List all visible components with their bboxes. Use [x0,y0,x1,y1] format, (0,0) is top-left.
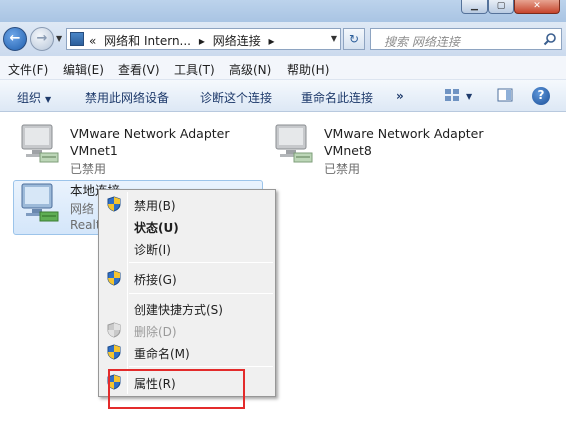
menu-bar: 文件(F) 编辑(E) 查看(V) 工具(T) 高级(N) 帮助(H) [0,56,566,80]
menu-item-create-shortcut[interactable]: 创建快捷方式(S) [101,297,273,319]
adapter-vmnet8[interactable]: VMware Network Adapter VMnet8 已禁用 [272,123,512,176]
menu-separator [129,366,273,367]
address-bar[interactable]: « 网络和 Intern... ▸ 网络连接 ▸ ▼ [66,28,341,50]
control-panel-icon [70,32,84,46]
title-bar: ▁ ▢ ✕ [0,0,566,22]
menu-item-rename[interactable]: 重命名(M) [101,341,273,363]
rename-connection-button[interactable]: 重命名此连接 [301,89,373,106]
network-adapter-icon [21,183,59,222]
adapter-name-line2: VMnet8 [324,143,372,158]
minimize-button[interactable]: ▁ [461,0,488,14]
menu-separator [129,293,273,294]
view-options-chevron-icon[interactable]: ▼ [466,92,472,101]
change-view-icon[interactable] [444,88,460,102]
menu-help[interactable]: 帮助(H) [287,61,329,78]
preview-pane-icon[interactable] [497,88,513,102]
menu-label: 禁用(B) [134,199,176,213]
network-adapter-icon [21,124,59,163]
connections-list: VMware Network Adapter VMnet1 已禁用 VMware… [0,113,566,442]
navigation-bar: ← → ▼ « 网络和 Intern... ▸ 网络连接 ▸ ▼ ↻ 搜索 网络… [0,22,566,56]
breadcrumb-network-connections[interactable]: 网络连接 [213,34,261,48]
menu-advanced[interactable]: 高级(N) [229,61,271,78]
menu-item-bridge[interactable]: 桥接(G) [101,267,273,289]
search-box[interactable]: 搜索 网络连接 [370,28,562,50]
breadcrumb-overflow[interactable]: « [89,34,96,48]
search-icon[interactable] [543,32,557,46]
maximize-icon: ▢ [496,1,506,11]
menu-item-disable[interactable]: 禁用(B) [101,193,273,215]
adapter-name-line2: VMnet1 [70,143,118,158]
close-button[interactable]: ✕ [514,0,560,14]
properties-highlight-box [108,369,245,409]
menu-item-diagnose[interactable]: 诊断(I) [101,237,273,259]
close-icon: ✕ [533,1,541,11]
context-menu: 禁用(B) 状态(U) 诊断(I) 桥接(G) 创建快捷方式(S) 删除(D) … [98,189,276,397]
refresh-icon: ↻ [348,32,360,46]
adapter-name-line1: VMware Network Adapter [70,126,230,141]
network-adapter-icon [275,124,313,163]
menu-label: 桥接(G) [134,273,177,287]
help-icon[interactable]: ? [532,87,550,105]
network-connections-window: ▁ ▢ ✕ ← → ▼ « 网络和 Intern... ▸ 网络连接 ▸ ▼ ↻… [0,0,566,442]
menu-file[interactable]: 文件(F) [8,61,48,78]
menu-label: 重命名(M) [134,347,190,361]
chevron-down-icon: ▼ [45,95,52,104]
address-dropdown-icon[interactable]: ▼ [331,34,337,43]
adapter-network-status: 网络 [70,202,95,216]
adapter-status: 已禁用 [324,162,361,176]
breadcrumb: « 网络和 Intern... ▸ 网络连接 ▸ [89,32,279,49]
adapter-vmnet1[interactable]: VMware Network Adapter VMnet1 已禁用 [18,123,258,176]
menu-label: 创建快捷方式(S) [134,303,223,317]
menu-label: 删除(D) [134,325,177,339]
maximize-button[interactable]: ▢ [488,0,514,14]
menu-view[interactable]: 查看(V) [118,61,160,78]
search-placeholder: 搜索 网络连接 [384,35,460,49]
breadcrumb-separator[interactable]: ▸ [199,34,205,48]
uac-shield-icon [107,344,121,360]
more-commands-button[interactable]: » [396,89,404,103]
menu-item-status[interactable]: 状态(U) [101,215,273,237]
diagnose-button[interactable]: 诊断这个连接 [200,89,272,106]
menu-label: 诊断(I) [134,243,171,257]
organize-label: 组织 [17,91,42,105]
command-bar: 组织 ▼ 禁用此网络设备 诊断这个连接 重命名此连接 » ▼ ? [0,80,566,112]
adapter-name-line1: VMware Network Adapter [324,126,484,141]
menu-separator [129,262,273,263]
refresh-button[interactable]: ↻ [343,28,365,50]
adapter-status: 已禁用 [70,162,107,176]
disable-device-button[interactable]: 禁用此网络设备 [85,89,169,106]
forward-button[interactable]: → [30,27,54,51]
back-button[interactable]: ← [3,27,27,51]
menu-tools[interactable]: 工具(T) [174,61,215,78]
menu-edit[interactable]: 编辑(E) [63,61,104,78]
menu-item-delete: 删除(D) [101,319,273,341]
uac-shield-icon [107,322,121,338]
breadcrumb-separator-end[interactable]: ▸ [269,34,275,48]
breadcrumb-network-internet[interactable]: 网络和 Intern... [104,34,191,48]
recent-pages-dropdown[interactable]: ▼ [56,34,62,43]
uac-shield-icon [107,196,121,212]
organize-button[interactable]: 组织 ▼ [17,89,51,106]
menu-label: 状态(U) [134,221,179,235]
minimize-icon: ▁ [471,1,478,11]
adapter-device-name: Realt [70,218,101,232]
uac-shield-icon [107,270,121,286]
